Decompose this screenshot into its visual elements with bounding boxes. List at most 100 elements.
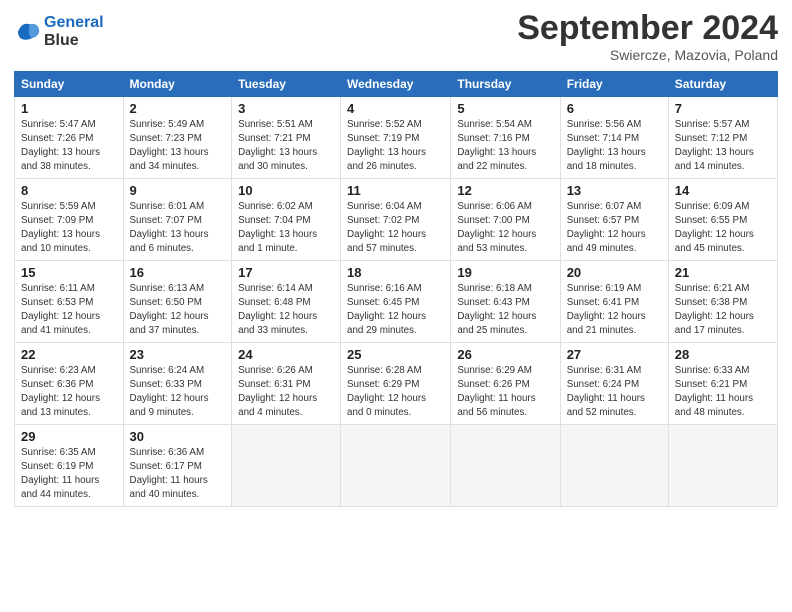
day-detail: Sunrise: 6:11 AM Sunset: 6:53 PM Dayligh… [21, 282, 117, 337]
calendar-cell [668, 425, 777, 507]
day-detail: Sunrise: 6:33 AM Sunset: 6:21 PM Dayligh… [675, 364, 771, 419]
calendar-cell: 7 Sunrise: 5:57 AM Sunset: 7:12 PM Daylig… [668, 97, 777, 179]
day-number: 22 [21, 347, 117, 362]
day-detail: Sunrise: 6:35 AM Sunset: 6:19 PM Dayligh… [21, 446, 117, 501]
location: Swiercze, Mazovia, Poland [517, 47, 778, 63]
day-detail: Sunrise: 5:59 AM Sunset: 7:09 PM Dayligh… [21, 200, 117, 255]
calendar-cell: 1Sunrise: 5:47 AM Sunset: 7:26 PM Daylig… [15, 97, 124, 179]
day-detail: Sunrise: 6:14 AM Sunset: 6:48 PM Dayligh… [238, 282, 334, 337]
calendar-cell: 3 Sunrise: 5:51 AM Sunset: 7:21 PM Daylig… [232, 97, 341, 179]
calendar-cell: 10Sunrise: 6:02 AM Sunset: 7:04 PM Dayli… [232, 179, 341, 261]
calendar-cell: 6Sunrise: 5:56 AM Sunset: 7:14 PM Daylig… [560, 97, 668, 179]
day-detail: Sunrise: 5:49 AM Sunset: 7:23 PM Dayligh… [130, 118, 226, 173]
calendar-cell: 12 Sunrise: 6:06 AM Sunset: 7:00 PM Dayli… [451, 179, 560, 261]
calendar-cell: 8 Sunrise: 5:59 AM Sunset: 7:09 PM Daylig… [15, 179, 124, 261]
week-row-1: 1Sunrise: 5:47 AM Sunset: 7:26 PM Daylig… [15, 97, 778, 179]
day-number: 19 [457, 265, 553, 280]
day-detail: Sunrise: 6:21 AM Sunset: 6:38 PM Dayligh… [675, 282, 771, 337]
calendar-cell: 13 Sunrise: 6:07 AM Sunset: 6:57 PM Dayli… [560, 179, 668, 261]
day-number: 11 [347, 183, 444, 198]
day-number: 16 [130, 265, 226, 280]
day-detail: Sunrise: 6:24 AM Sunset: 6:33 PM Dayligh… [130, 364, 226, 419]
day-number: 6 [567, 101, 662, 116]
day-detail: Sunrise: 6:16 AM Sunset: 6:45 PM Dayligh… [347, 282, 444, 337]
day-detail: Sunrise: 6:31 AM Sunset: 6:24 PM Dayligh… [567, 364, 662, 419]
calendar-cell [451, 425, 560, 507]
calendar-cell: 21 Sunrise: 6:21 AM Sunset: 6:38 PM Dayli… [668, 261, 777, 343]
calendar-cell: 14Sunrise: 6:09 AM Sunset: 6:55 PM Dayli… [668, 179, 777, 261]
day-detail: Sunrise: 6:04 AM Sunset: 7:02 PM Dayligh… [347, 200, 444, 255]
day-detail: Sunrise: 6:29 AM Sunset: 6:26 PM Dayligh… [457, 364, 553, 419]
week-row-5: 29 Sunrise: 6:35 AM Sunset: 6:19 PM Dayli… [15, 425, 778, 507]
day-number: 27 [567, 347, 662, 362]
calendar-cell: 27 Sunrise: 6:31 AM Sunset: 6:24 PM Dayli… [560, 343, 668, 425]
day-detail: Sunrise: 5:52 AM Sunset: 7:19 PM Dayligh… [347, 118, 444, 173]
day-detail: Sunrise: 6:19 AM Sunset: 6:41 PM Dayligh… [567, 282, 662, 337]
logo-icon [14, 18, 42, 46]
day-number: 10 [238, 183, 334, 198]
weekday-saturday: Saturday [668, 72, 777, 97]
weekday-thursday: Thursday [451, 72, 560, 97]
day-number: 13 [567, 183, 662, 198]
day-number: 9 [130, 183, 226, 198]
day-number: 21 [675, 265, 771, 280]
weekday-sunday: Sunday [15, 72, 124, 97]
calendar-cell: 4 Sunrise: 5:52 AM Sunset: 7:19 PM Daylig… [341, 97, 451, 179]
day-detail: Sunrise: 5:54 AM Sunset: 7:16 PM Dayligh… [457, 118, 553, 173]
calendar-cell: 9Sunrise: 6:01 AM Sunset: 7:07 PM Daylig… [123, 179, 232, 261]
calendar-cell [341, 425, 451, 507]
calendar-table: SundayMondayTuesdayWednesdayThursdayFrid… [14, 71, 778, 507]
day-detail: Sunrise: 6:23 AM Sunset: 6:36 PM Dayligh… [21, 364, 117, 419]
calendar-cell: 22 Sunrise: 6:23 AM Sunset: 6:36 PM Dayli… [15, 343, 124, 425]
day-number: 28 [675, 347, 771, 362]
weekday-monday: Monday [123, 72, 232, 97]
day-number: 24 [238, 347, 334, 362]
calendar-cell: 15 Sunrise: 6:11 AM Sunset: 6:53 PM Dayli… [15, 261, 124, 343]
day-detail: Sunrise: 6:28 AM Sunset: 6:29 PM Dayligh… [347, 364, 444, 419]
weekday-wednesday: Wednesday [341, 72, 451, 97]
day-detail: Sunrise: 6:13 AM Sunset: 6:50 PM Dayligh… [130, 282, 226, 337]
day-number: 5 [457, 101, 553, 116]
day-detail: Sunrise: 5:57 AM Sunset: 7:12 PM Dayligh… [675, 118, 771, 173]
day-number: 3 [238, 101, 334, 116]
weekday-tuesday: Tuesday [232, 72, 341, 97]
calendar-cell: 18 Sunrise: 6:16 AM Sunset: 6:45 PM Dayli… [341, 261, 451, 343]
title-block: September 2024 Swiercze, Mazovia, Poland [517, 10, 778, 63]
day-detail: Sunrise: 6:06 AM Sunset: 7:00 PM Dayligh… [457, 200, 553, 255]
calendar-cell: 5 Sunrise: 5:54 AM Sunset: 7:16 PM Daylig… [451, 97, 560, 179]
day-number: 18 [347, 265, 444, 280]
day-number: 12 [457, 183, 553, 198]
day-detail: Sunrise: 6:26 AM Sunset: 6:31 PM Dayligh… [238, 364, 334, 419]
day-number: 4 [347, 101, 444, 116]
calendar-cell: 29 Sunrise: 6:35 AM Sunset: 6:19 PM Dayli… [15, 425, 124, 507]
day-detail: Sunrise: 6:18 AM Sunset: 6:43 PM Dayligh… [457, 282, 553, 337]
logo-text: General Blue [44, 14, 104, 49]
day-number: 30 [130, 429, 226, 444]
day-number: 17 [238, 265, 334, 280]
calendar-cell: 23 Sunrise: 6:24 AM Sunset: 6:33 PM Dayli… [123, 343, 232, 425]
day-detail: Sunrise: 5:47 AM Sunset: 7:26 PM Dayligh… [21, 118, 117, 173]
calendar-cell: 24 Sunrise: 6:26 AM Sunset: 6:31 PM Dayli… [232, 343, 341, 425]
calendar-cell: 20 Sunrise: 6:19 AM Sunset: 6:41 PM Dayli… [560, 261, 668, 343]
day-number: 23 [130, 347, 226, 362]
day-detail: Sunrise: 6:07 AM Sunset: 6:57 PM Dayligh… [567, 200, 662, 255]
day-number: 14 [675, 183, 771, 198]
day-number: 7 [675, 101, 771, 116]
day-number: 15 [21, 265, 117, 280]
calendar-cell: 19 Sunrise: 6:18 AM Sunset: 6:43 PM Dayli… [451, 261, 560, 343]
day-number: 20 [567, 265, 662, 280]
day-number: 25 [347, 347, 444, 362]
logo: General Blue [14, 14, 104, 49]
calendar-cell: 16 Sunrise: 6:13 AM Sunset: 6:50 PM Dayli… [123, 261, 232, 343]
day-number: 8 [21, 183, 117, 198]
calendar-cell: 25 Sunrise: 6:28 AM Sunset: 6:29 PM Dayli… [341, 343, 451, 425]
weekday-header-row: SundayMondayTuesdayWednesdayThursdayFrid… [15, 72, 778, 97]
header: General Blue September 2024 Swiercze, Ma… [14, 10, 778, 63]
calendar-body: 1Sunrise: 5:47 AM Sunset: 7:26 PM Daylig… [15, 97, 778, 507]
calendar-cell [560, 425, 668, 507]
calendar-cell: 26Sunrise: 6:29 AM Sunset: 6:26 PM Dayli… [451, 343, 560, 425]
day-detail: Sunrise: 5:51 AM Sunset: 7:21 PM Dayligh… [238, 118, 334, 173]
weekday-friday: Friday [560, 72, 668, 97]
day-number: 29 [21, 429, 117, 444]
day-number: 2 [130, 101, 226, 116]
